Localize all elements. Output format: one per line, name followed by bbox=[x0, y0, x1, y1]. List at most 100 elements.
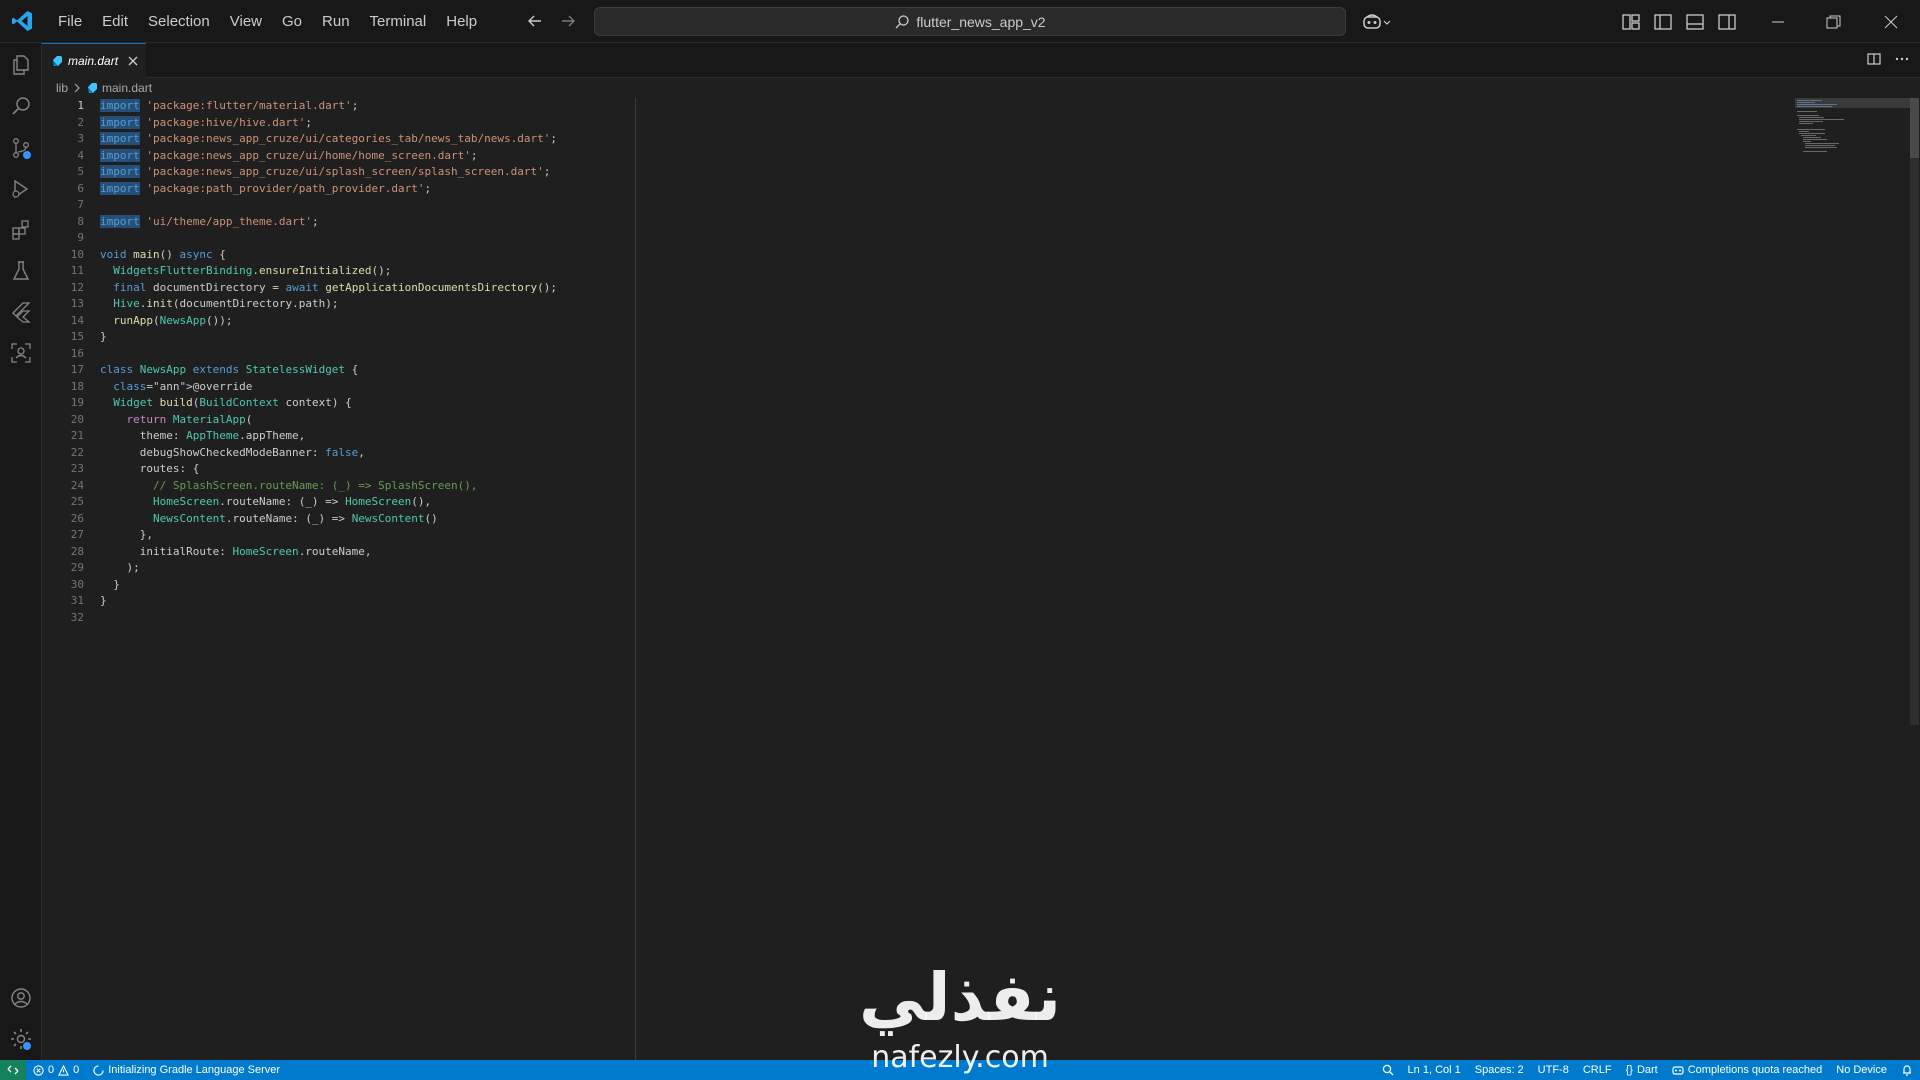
code-line[interactable]: final documentDirectory = await getAppli… bbox=[100, 280, 557, 297]
vscode-logo-icon[interactable] bbox=[10, 9, 34, 33]
code-line[interactable]: return MaterialApp( bbox=[100, 412, 557, 429]
code-line[interactable]: ); bbox=[100, 560, 557, 577]
code-editor[interactable]: 1 2 3 4 5 6 7 8 9 10 11 12 13 14 15 16 17 18 19 20 21 22 23 24 2… bbox=[42, 98, 1920, 1060]
code-line[interactable]: } bbox=[100, 329, 557, 346]
code-line[interactable]: void main() async { bbox=[100, 247, 557, 264]
code-line[interactable]: WidgetsFlutterBinding.ensureInitialized(… bbox=[100, 263, 557, 280]
search-icon[interactable] bbox=[9, 95, 33, 119]
line-number: 29 bbox=[70, 561, 84, 574]
command-center-search[interactable]: flutter_news_app_v2 bbox=[594, 7, 1346, 36]
cursor-position[interactable]: Ln 1, Col 1 bbox=[1401, 1060, 1468, 1080]
code-line[interactable]: runApp(NewsApp()); bbox=[100, 313, 557, 330]
line-number: 17 bbox=[70, 363, 84, 376]
manage-gear-icon[interactable] bbox=[9, 1027, 33, 1051]
code-line[interactable]: } bbox=[100, 593, 557, 610]
copilot-status[interactable]: Completions quota reached bbox=[1665, 1060, 1830, 1080]
flutter-icon[interactable] bbox=[9, 300, 33, 324]
minimize-icon[interactable] bbox=[1768, 12, 1788, 32]
line-number: 4 bbox=[77, 148, 84, 162]
breadcrumb: lib main.dart bbox=[42, 78, 1920, 98]
close-window-icon[interactable] bbox=[1881, 12, 1901, 32]
copilot-icon[interactable] bbox=[1362, 12, 1392, 32]
problems-indicator[interactable]: 0 0 bbox=[26, 1060, 86, 1080]
menu-file[interactable]: File bbox=[48, 0, 92, 43]
language-mode[interactable]: {} Dart bbox=[1619, 1060, 1665, 1080]
code-line[interactable]: import 'ui/theme/app_theme.dart'; bbox=[100, 214, 557, 231]
menu-edit[interactable]: Edit bbox=[92, 0, 138, 43]
code-line[interactable] bbox=[100, 346, 557, 363]
split-editor-icon[interactable] bbox=[1866, 51, 1882, 67]
restore-icon[interactable] bbox=[1823, 12, 1843, 32]
code-content[interactable]: import 'package:flutter/material.dart'; i… bbox=[100, 98, 557, 626]
editor-ruler bbox=[635, 98, 636, 1060]
menu-bar: File Edit Selection View Go Run Terminal… bbox=[48, 0, 487, 43]
zoom-indicator[interactable] bbox=[1375, 1060, 1401, 1080]
workspace-name: flutter_news_app_v2 bbox=[916, 13, 1046, 30]
end-of-line[interactable]: CRLF bbox=[1576, 1060, 1619, 1080]
toggle-secondary-sidebar-icon[interactable] bbox=[1717, 12, 1737, 32]
code-line[interactable]: initialRoute: HomeScreen.routeName, bbox=[100, 544, 557, 561]
code-line[interactable] bbox=[100, 610, 557, 627]
menu-help[interactable]: Help bbox=[436, 0, 487, 43]
code-line[interactable]: Widget build(BuildContext context) { bbox=[100, 395, 557, 412]
minimap[interactable] bbox=[1795, 98, 1910, 168]
code-line[interactable]: }, bbox=[100, 527, 557, 544]
code-line[interactable]: debugShowCheckedModeBanner: false, bbox=[100, 445, 557, 462]
line-number: 1 bbox=[77, 99, 84, 112]
customize-layout-icon[interactable] bbox=[1621, 12, 1641, 32]
code-line[interactable]: theme: AppTheme.appTheme, bbox=[100, 428, 557, 445]
remote-explorer-icon[interactable] bbox=[9, 341, 33, 365]
notifications[interactable] bbox=[1894, 1060, 1920, 1080]
explorer-icon[interactable] bbox=[9, 53, 33, 77]
watermark-arabic: نفذلي bbox=[859, 959, 1061, 1036]
back-arrow-icon[interactable] bbox=[525, 11, 545, 31]
code-line[interactable] bbox=[100, 197, 557, 214]
remote-indicator[interactable] bbox=[0, 1060, 26, 1080]
encoding[interactable]: UTF-8 bbox=[1531, 1060, 1576, 1080]
vertical-scrollbar[interactable] bbox=[1908, 98, 1920, 1060]
code-line[interactable]: import 'package:news_app_cruze/ui/catego… bbox=[100, 131, 557, 148]
code-line[interactable]: import 'package:news_app_cruze/ui/splash… bbox=[100, 164, 557, 181]
accounts-icon[interactable] bbox=[9, 986, 33, 1010]
extensions-icon[interactable] bbox=[9, 218, 33, 242]
testing-icon[interactable] bbox=[9, 259, 33, 283]
run-debug-icon[interactable] bbox=[9, 177, 33, 201]
code-line[interactable]: class="ann">@override bbox=[100, 379, 557, 396]
code-line[interactable]: import 'package:path_provider/path_provi… bbox=[100, 181, 557, 198]
zoom-icon bbox=[1382, 1064, 1394, 1076]
code-line[interactable]: import 'package:news_app_cruze/ui/home/h… bbox=[100, 148, 557, 165]
code-line[interactable]: } bbox=[100, 577, 557, 594]
breadcrumb-folder[interactable]: lib bbox=[56, 81, 68, 95]
toggle-panel-icon[interactable] bbox=[1685, 12, 1705, 32]
editor-actions bbox=[1866, 51, 1910, 67]
menu-view[interactable]: View bbox=[220, 0, 272, 43]
menu-run[interactable]: Run bbox=[312, 0, 360, 43]
menu-terminal[interactable]: Terminal bbox=[360, 0, 437, 43]
code-line[interactable]: // SplashScreen.routeName: (_) => Splash… bbox=[100, 478, 557, 495]
menu-go[interactable]: Go bbox=[272, 0, 312, 43]
source-control-icon[interactable] bbox=[9, 136, 33, 160]
code-line[interactable]: routes: { bbox=[100, 461, 557, 478]
toggle-primary-sidebar-icon[interactable] bbox=[1653, 12, 1673, 32]
menu-selection[interactable]: Selection bbox=[138, 0, 220, 43]
indentation[interactable]: Spaces: 2 bbox=[1468, 1060, 1531, 1080]
more-actions-icon[interactable] bbox=[1894, 51, 1910, 67]
code-line[interactable] bbox=[100, 230, 557, 247]
device-selector[interactable]: No Device bbox=[1829, 1060, 1894, 1080]
code-line[interactable]: Hive.init(documentDirectory.path); bbox=[100, 296, 557, 313]
line-number: 19 bbox=[70, 396, 84, 409]
copilot-label: Completions quota reached bbox=[1687, 1064, 1823, 1076]
tab-close-icon[interactable] bbox=[126, 54, 140, 68]
breadcrumb-file[interactable]: main.dart bbox=[102, 81, 152, 95]
line-number: 21 bbox=[70, 429, 84, 442]
code-line[interactable]: class NewsApp extends StatelessWidget { bbox=[100, 362, 557, 379]
code-line[interactable]: NewsContent.routeName: (_) => NewsConten… bbox=[100, 511, 557, 528]
warning-count: 0 bbox=[73, 1064, 80, 1076]
background-task[interactable]: Initializing Gradle Language Server bbox=[86, 1060, 287, 1080]
forward-arrow-icon[interactable] bbox=[558, 11, 578, 31]
code-line[interactable]: import 'package:flutter/material.dart'; bbox=[100, 98, 557, 115]
code-line[interactable]: HomeScreen.routeName: (_) => HomeScreen(… bbox=[100, 494, 557, 511]
line-number: 15 bbox=[70, 330, 84, 343]
code-line[interactable]: import 'package:hive/hive.dart'; bbox=[100, 115, 557, 132]
line-number: 16 bbox=[70, 346, 84, 360]
